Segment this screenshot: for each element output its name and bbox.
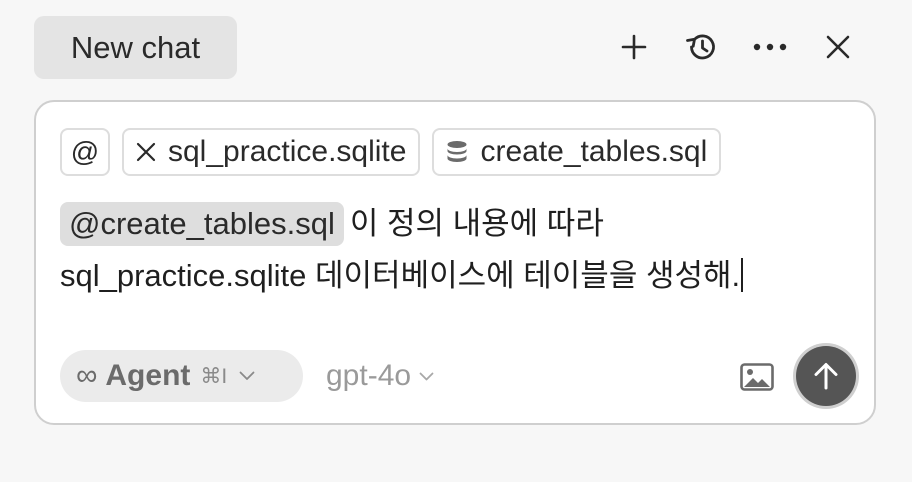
image-icon[interactable]: [738, 358, 776, 396]
context-chips: @ sql_practice.sqlite create_tables.sql: [60, 128, 722, 176]
close-icon[interactable]: [136, 142, 156, 162]
mode-shortcut: ⌘I: [200, 364, 228, 388]
message-input[interactable]: @create_tables.sql 이 정의 내용에 따라 sql_practi…: [60, 198, 850, 302]
arrow-up-icon: [814, 363, 838, 390]
infinity-icon: ∞: [76, 359, 98, 392]
tab-label: New chat: [70, 29, 201, 65]
context-chip-sqlite[interactable]: sql_practice.sqlite: [122, 128, 421, 176]
add-context-button[interactable]: @: [60, 128, 110, 176]
history-icon[interactable]: [668, 22, 736, 72]
more-icon[interactable]: [736, 22, 804, 72]
mode-selector[interactable]: ∞ Agent ⌘I: [60, 350, 303, 402]
plus-icon[interactable]: [600, 22, 668, 72]
text-cursor: [741, 258, 744, 292]
context-chip-sql[interactable]: create_tables.sql: [432, 128, 722, 176]
mode-label: Agent: [105, 359, 191, 392]
composer-footer: ∞ Agent ⌘I gpt-4o: [60, 346, 856, 406]
chat-composer[interactable]: @ sql_practice.sqlite create_tables.sql …: [34, 100, 876, 425]
header-toolbar: [600, 22, 872, 72]
model-selector[interactable]: gpt-4o: [326, 350, 434, 402]
tab-new-chat[interactable]: New chat: [34, 16, 237, 79]
at-symbol: @: [70, 136, 100, 167]
chip-label: sql_practice.sqlite: [168, 135, 407, 168]
close-icon[interactable]: [804, 22, 872, 72]
send-button[interactable]: [796, 346, 856, 406]
database-icon: [446, 140, 468, 164]
chevron-down-icon: [239, 371, 255, 381]
file-mention[interactable]: @create_tables.sql: [60, 202, 344, 246]
chip-label: create_tables.sql: [480, 135, 708, 168]
model-label: gpt-4o: [326, 359, 412, 392]
chevron-down-icon: [419, 372, 434, 381]
